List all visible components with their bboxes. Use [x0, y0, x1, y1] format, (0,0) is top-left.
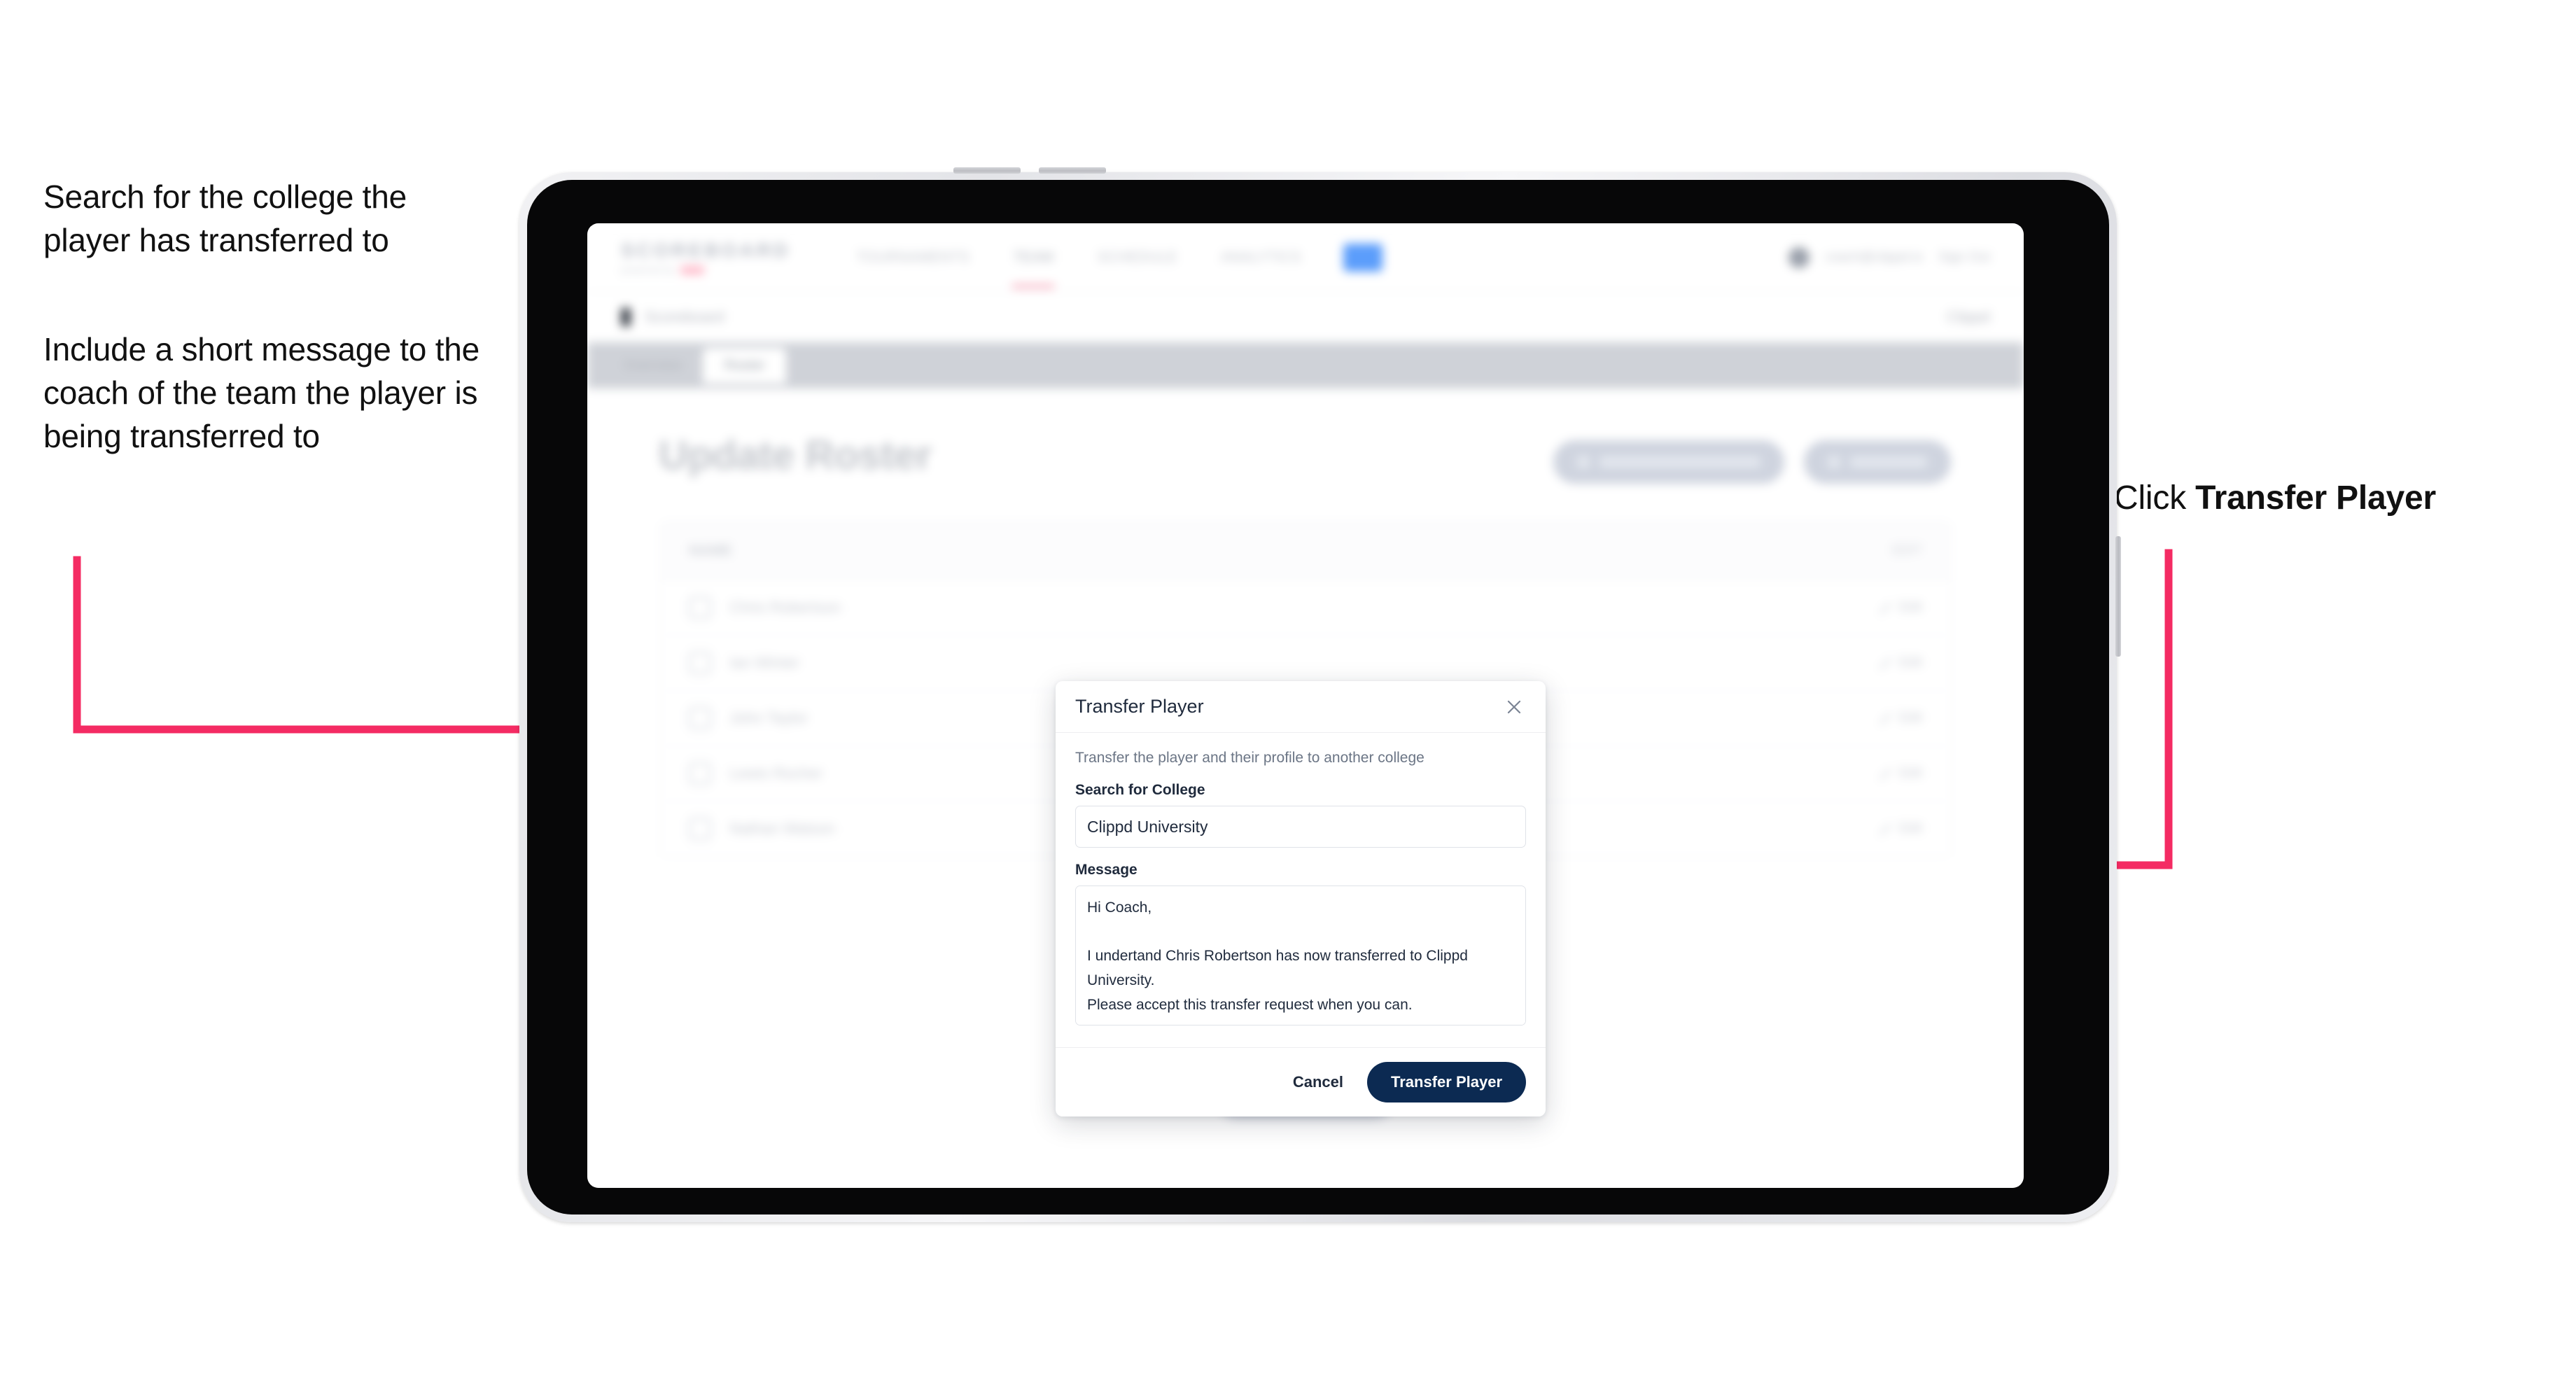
- user-email: coach@clippd.io: [1825, 249, 1924, 265]
- tab-overview[interactable]: Overview: [603, 348, 703, 384]
- field-spacer: [1075, 848, 1526, 862]
- navbar-right: coach@clippd.io Sign Out: [1788, 246, 1990, 268]
- page-title: Update Roster: [659, 433, 932, 478]
- row-edit-label: Edit: [1899, 655, 1922, 670]
- plus-icon: [1828, 456, 1840, 468]
- row-edit-action[interactable]: Edit: [1879, 821, 1922, 836]
- request-roster-transfer-label: [1600, 456, 1760, 468]
- annotation-right-prefix: Click: [2114, 479, 2196, 517]
- add-player-button[interactable]: [1804, 440, 1951, 484]
- subbar-right-label: Clippd: [1946, 308, 1990, 326]
- player-name: Chris Robertson: [729, 598, 841, 616]
- player-name: John Taylor: [729, 709, 808, 727]
- tablet-device: SCOREBOARD powered by TOURNAMENTS TEAM S…: [519, 167, 2121, 1222]
- app-navbar: SCOREBOARD powered by TOURNAMENTS TEAM S…: [587, 223, 2024, 292]
- dialog-footer: Cancel Transfer Player: [1056, 1047, 1546, 1116]
- row-checkbox[interactable]: [689, 818, 711, 840]
- row-edit-label: Edit: [1899, 600, 1922, 615]
- column-header-name: NAME: [689, 542, 732, 559]
- pencil-icon: [1879, 601, 1891, 614]
- annotation-text-click-transfer: Click Transfer Player: [2114, 476, 2548, 522]
- dialog-description: Transfer the player and their profile to…: [1075, 750, 1424, 766]
- tablet-frame: SCOREBOARD powered by TOURNAMENTS TEAM S…: [519, 167, 2121, 1222]
- player-name: Ian Winter: [729, 654, 800, 671]
- dialog-body: Transfer the player and their profile to…: [1056, 733, 1546, 1047]
- close-icon[interactable]: [1502, 695, 1526, 719]
- row-edit-action[interactable]: Edit: [1879, 655, 1922, 671]
- app-tabbar: Overview Roster: [587, 342, 2024, 388]
- table-row[interactable]: Chris Robertson Edit: [661, 580, 1950, 636]
- row-edit-action[interactable]: Edit: [1879, 710, 1922, 726]
- breadcrumb-icon: [621, 308, 631, 326]
- avatar[interactable]: [1788, 246, 1810, 268]
- breadcrumb: Scoreboard: [645, 308, 724, 326]
- row-checkbox[interactable]: [689, 652, 711, 674]
- add-player-label: [1850, 456, 1927, 468]
- dialog-header: Transfer Player: [1056, 681, 1546, 733]
- row-edit-label: Edit: [1899, 766, 1922, 780]
- dialog-title: Transfer Player: [1075, 696, 1204, 717]
- pencil-icon: [1879, 822, 1891, 835]
- search-college-label: Search for College: [1075, 782, 1205, 798]
- message-label: Message: [1075, 862, 1138, 878]
- page-actions: [1553, 440, 1951, 484]
- brand-sub-text: powered by: [621, 265, 676, 275]
- player-name: Lewis Rocher: [729, 764, 823, 782]
- tablet-bezel: SCOREBOARD powered by TOURNAMENTS TEAM S…: [527, 180, 2109, 1214]
- row-edit-label: Edit: [1899, 821, 1922, 836]
- row-edit-label: Edit: [1899, 710, 1922, 725]
- column-header-edit: EDIT: [1891, 543, 1922, 558]
- volume-up-button[interactable]: [953, 167, 1021, 174]
- tablet-screen: SCOREBOARD powered by TOURNAMENTS TEAM S…: [587, 223, 2024, 1188]
- table-header: NAME EDIT: [661, 522, 1950, 580]
- player-name: Nathan Watson: [729, 820, 835, 837]
- nav-item-team[interactable]: TEAM: [1011, 242, 1056, 288]
- tab-roster[interactable]: Roster: [703, 347, 787, 384]
- transfer-player-button[interactable]: Transfer Player: [1367, 1062, 1526, 1102]
- pencil-icon: [1879, 767, 1891, 780]
- row-checkbox[interactable]: [689, 762, 711, 785]
- brand-subtitle: powered by: [621, 265, 790, 275]
- brand-accent-mark: [680, 265, 705, 274]
- row-checkbox[interactable]: [689, 596, 711, 619]
- row-edit-action[interactable]: Edit: [1879, 600, 1922, 615]
- pencil-icon: [1879, 712, 1891, 724]
- app-subbar: Scoreboard Clippd: [587, 292, 2024, 342]
- cancel-button[interactable]: Cancel: [1289, 1068, 1348, 1097]
- volume-down-button[interactable]: [1039, 167, 1106, 174]
- annotation-text-search-college: Search for the college the player has tr…: [43, 178, 407, 259]
- pencil-icon: [1879, 657, 1891, 669]
- nav-item-highlight[interactable]: [1343, 243, 1382, 272]
- annotation-text-include-message: Include a short message to the coach of …: [43, 331, 480, 455]
- power-button[interactable]: [2115, 536, 2121, 657]
- brand-name: SCOREBOARD: [621, 239, 791, 261]
- nav-item-analytics[interactable]: ANALYTICS: [1219, 242, 1303, 273]
- transfer-player-dialog: Transfer Player Transfer the player and …: [1056, 681, 1546, 1116]
- search-college-input[interactable]: [1075, 806, 1526, 848]
- transfer-icon: [1577, 456, 1590, 468]
- sign-out-link[interactable]: Sign Out: [1938, 250, 1990, 265]
- row-edit-action[interactable]: Edit: [1879, 766, 1922, 781]
- request-roster-transfer-button[interactable]: [1553, 440, 1784, 484]
- app-logo[interactable]: SCOREBOARD powered by: [621, 239, 790, 275]
- row-checkbox[interactable]: [689, 707, 711, 729]
- nav-item-schedule[interactable]: SCHEDULE: [1096, 242, 1178, 273]
- message-textarea[interactable]: [1075, 886, 1526, 1026]
- nav-item-tournaments[interactable]: TOURNAMENTS: [855, 242, 971, 273]
- navbar-items: TOURNAMENTS TEAM SCHEDULE ANALYTICS: [855, 242, 1382, 288]
- annotation-right-bold: Transfer Player: [2195, 479, 2437, 517]
